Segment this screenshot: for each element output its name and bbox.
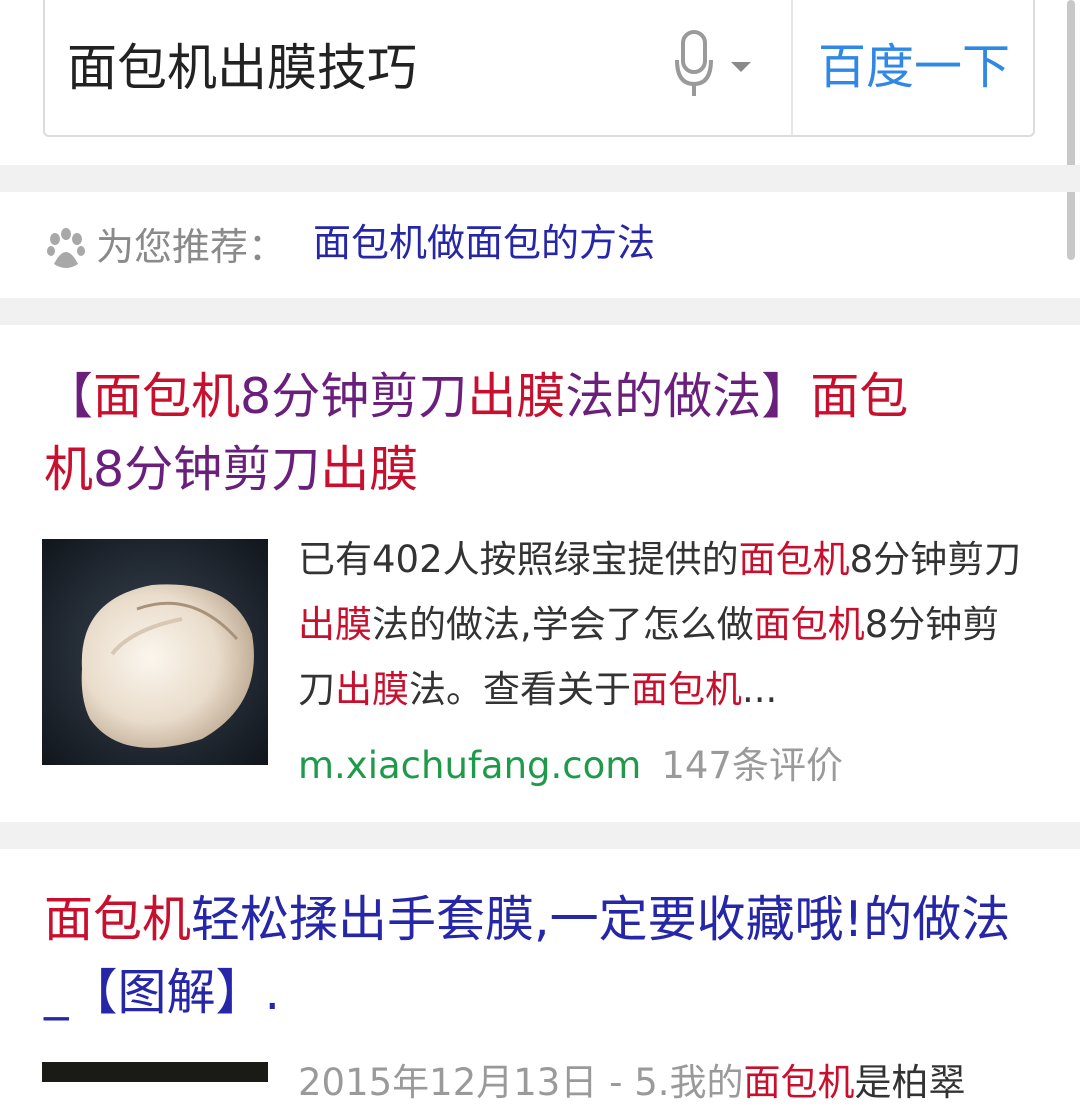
snippet-text: 是柏翠 <box>854 1061 966 1104</box>
result-2-title[interactable]: 面包机轻松揉出手套膜,一定要收藏哦!的做法_【图解】. <box>44 883 1034 1029</box>
result-2-snippet: 2015年12月13日 - 5.我的面包机是柏翠 <box>298 1050 1033 1115</box>
recommend-link[interactable]: 面包机做面包的方法 <box>313 218 655 268</box>
title-text: 【 <box>44 368 94 425</box>
result-1-title[interactable]: 【面包机8分钟剪刀出膜法的做法】面包 机8分钟剪刀出膜 <box>44 360 1044 506</box>
snippet-keyword: 出膜 <box>335 668 409 711</box>
snippet-text: 法。查看关于 <box>409 668 631 711</box>
title-keyword: 面包机 <box>93 368 241 425</box>
snippet-text: 法的做法,学会了怎么做 <box>372 603 754 646</box>
snippet-keyword: 面包机 <box>631 668 742 711</box>
result-url[interactable]: m.xiachufang.com <box>298 744 641 787</box>
result-1-snippet: 已有402人按照绿宝提供的面包机8分钟剪刀出膜法的做法,学会了怎么做面包机8分钟… <box>298 527 1033 722</box>
title-text: 8分钟剪刀 <box>240 368 468 425</box>
chevron-down-icon <box>731 62 751 72</box>
title-keyword: 出膜 <box>467 368 566 425</box>
result-1-title-line-1: 【面包机8分钟剪刀出膜法的做法】面包 <box>44 360 1044 433</box>
section-gap <box>0 822 1080 849</box>
result-1-thumbnail[interactable] <box>42 539 268 765</box>
baidu-paw-icon <box>47 228 85 268</box>
snippet-keyword: 面包机 <box>738 538 850 581</box>
snippet-keyword: 出膜 <box>298 603 372 646</box>
snippet-text: 8分钟剪刀 <box>849 538 1022 581</box>
review-count: 147条评价 <box>661 744 843 787</box>
title-keyword: 面包机 <box>44 891 192 948</box>
snippet-text: 2015年12月13日 - 5.我的 <box>298 1061 744 1104</box>
snippet-keyword: 面包机 <box>743 1061 855 1104</box>
search-button[interactable]: 百度一下 <box>793 0 1035 135</box>
search-input[interactable]: 面包机出膜技巧 <box>67 36 417 100</box>
result-1-title-line-2: 机8分钟剪刀出膜 <box>44 433 1044 506</box>
title-keyword: 面包 <box>810 368 909 425</box>
recommend-label: 为您推荐： <box>96 225 287 269</box>
title-keyword: 出膜 <box>320 441 419 498</box>
dough-image <box>42 539 268 765</box>
title-keyword: 机 <box>44 441 94 498</box>
microphone-icon[interactable] <box>673 24 763 104</box>
snippet-text: 已有402人按照绿宝提供的 <box>298 538 739 581</box>
section-gap <box>0 165 1080 192</box>
search-bar: 面包机出膜技巧 百度一下 <box>43 0 1035 137</box>
title-text: 法的做法】 <box>565 368 811 425</box>
snippet-text: ... <box>742 668 778 711</box>
snippet-keyword: 面包机 <box>753 603 865 646</box>
result-2-thumbnail[interactable] <box>42 1062 268 1082</box>
result-1-meta: m.xiachufang.com 147条评价 <box>298 738 843 794</box>
section-gap <box>0 298 1080 325</box>
title-text: 8分钟剪刀 <box>93 441 321 498</box>
